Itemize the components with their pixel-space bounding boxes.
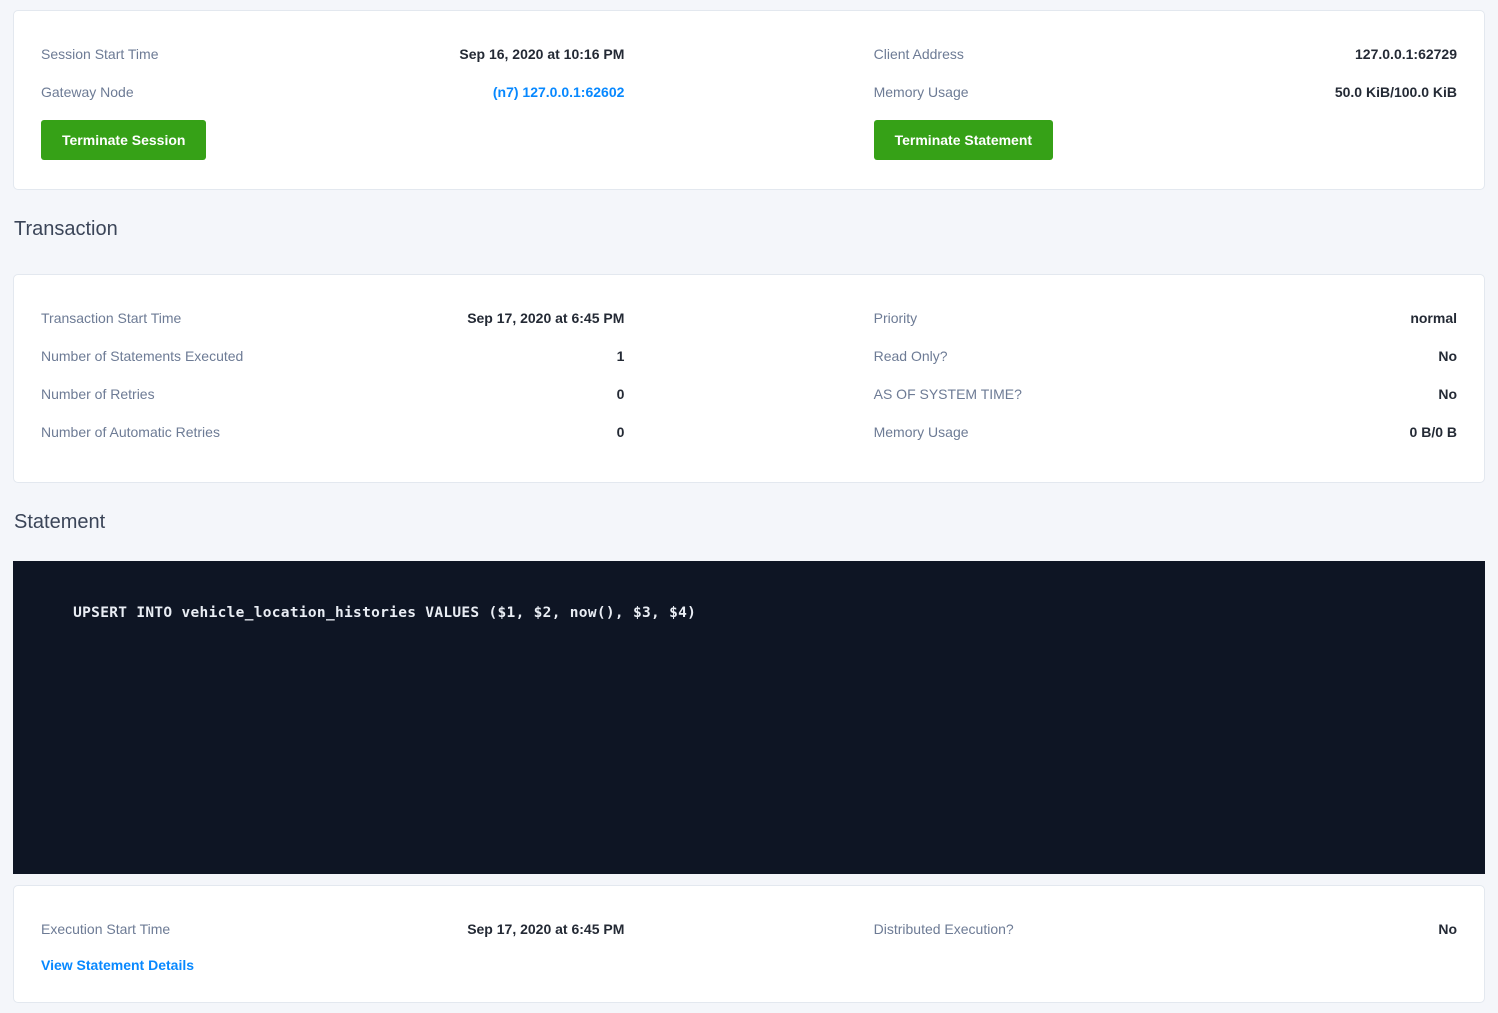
- client-address-label: Client Address: [874, 46, 964, 62]
- read-only-label: Read Only?: [874, 348, 948, 364]
- session-memory-usage-label: Memory Usage: [874, 84, 969, 100]
- retries-value: 0: [617, 386, 625, 402]
- transaction-card-right-column: Priority normal Read Only? No AS OF SYST…: [874, 299, 1457, 451]
- execution-start-time-label: Execution Start Time: [41, 921, 170, 937]
- statement-card-left-column: Execution Start Time Sep 17, 2020 at 6:4…: [41, 910, 624, 982]
- transaction-section-title: Transaction: [13, 215, 1485, 243]
- retries-row: Number of Retries 0: [41, 375, 624, 413]
- session-card-right-column: Client Address 127.0.0.1:62729 Memory Us…: [874, 35, 1457, 160]
- transaction-memory-usage-label: Memory Usage: [874, 424, 969, 440]
- statements-executed-row: Number of Statements Executed 1: [41, 337, 624, 375]
- statements-executed-label: Number of Statements Executed: [41, 348, 243, 364]
- terminate-statement-button[interactable]: Terminate Statement: [874, 120, 1053, 160]
- transaction-card-left-column: Transaction Start Time Sep 17, 2020 at 6…: [41, 299, 624, 451]
- transaction-start-time-label: Transaction Start Time: [41, 310, 181, 326]
- session-start-time-value: Sep 16, 2020 at 10:16 PM: [459, 46, 624, 62]
- statement-sql-text: UPSERT INTO vehicle_location_histories V…: [73, 605, 696, 621]
- statement-summary-card: Execution Start Time Sep 17, 2020 at 6:4…: [13, 885, 1485, 1003]
- execution-start-time-value: Sep 17, 2020 at 6:45 PM: [467, 921, 624, 937]
- execution-start-time-row: Execution Start Time Sep 17, 2020 at 6:4…: [41, 910, 624, 948]
- read-only-value: No: [1438, 348, 1457, 364]
- statements-executed-value: 1: [617, 348, 625, 364]
- transaction-start-time-row: Transaction Start Time Sep 17, 2020 at 6…: [41, 299, 624, 337]
- automatic-retries-label: Number of Automatic Retries: [41, 424, 220, 440]
- session-details-page: Session Start Time Sep 16, 2020 at 10:16…: [0, 0, 1498, 1013]
- statement-section-title: Statement: [13, 508, 1485, 536]
- client-address-value: 127.0.0.1:62729: [1355, 46, 1457, 62]
- distributed-execution-row: Distributed Execution? No: [874, 910, 1457, 948]
- view-statement-details-link[interactable]: View Statement Details: [41, 957, 194, 973]
- session-memory-usage-row: Memory Usage 50.0 KiB/100.0 KiB: [874, 73, 1457, 111]
- as-of-system-time-value: No: [1438, 386, 1457, 402]
- session-memory-usage-value: 50.0 KiB/100.0 KiB: [1335, 84, 1457, 100]
- as-of-system-time-label: AS OF SYSTEM TIME?: [874, 386, 1022, 402]
- read-only-row: Read Only? No: [874, 337, 1457, 375]
- statement-sql-code-block: UPSERT INTO vehicle_location_histories V…: [13, 561, 1485, 874]
- priority-value: normal: [1410, 310, 1457, 326]
- client-address-row: Client Address 127.0.0.1:62729: [874, 35, 1457, 73]
- automatic-retries-value: 0: [617, 424, 625, 440]
- transaction-memory-usage-value: 0 B/0 B: [1410, 424, 1457, 440]
- view-statement-details-row: View Statement Details: [41, 948, 624, 982]
- retries-label: Number of Retries: [41, 386, 155, 402]
- transaction-start-time-value: Sep 17, 2020 at 6:45 PM: [467, 310, 624, 326]
- gateway-node-link[interactable]: (n7) 127.0.0.1:62602: [493, 84, 625, 100]
- terminate-session-button[interactable]: Terminate Session: [41, 120, 206, 160]
- transaction-memory-usage-row: Memory Usage 0 B/0 B: [874, 413, 1457, 451]
- distributed-execution-value: No: [1438, 921, 1457, 937]
- session-start-time-row: Session Start Time Sep 16, 2020 at 10:16…: [41, 35, 624, 73]
- priority-row: Priority normal: [874, 299, 1457, 337]
- automatic-retries-row: Number of Automatic Retries 0: [41, 413, 624, 451]
- session-card-left-column: Session Start Time Sep 16, 2020 at 10:16…: [41, 35, 624, 160]
- as-of-system-time-row: AS OF SYSTEM TIME? No: [874, 375, 1457, 413]
- session-start-time-label: Session Start Time: [41, 46, 159, 62]
- transaction-summary-card: Transaction Start Time Sep 17, 2020 at 6…: [13, 274, 1485, 483]
- gateway-node-label: Gateway Node: [41, 84, 134, 100]
- gateway-node-row: Gateway Node (n7) 127.0.0.1:62602: [41, 73, 624, 111]
- distributed-execution-label: Distributed Execution?: [874, 921, 1014, 937]
- priority-label: Priority: [874, 310, 918, 326]
- statement-card-right-column: Distributed Execution? No: [874, 910, 1457, 982]
- session-summary-card: Session Start Time Sep 16, 2020 at 10:16…: [13, 10, 1485, 190]
